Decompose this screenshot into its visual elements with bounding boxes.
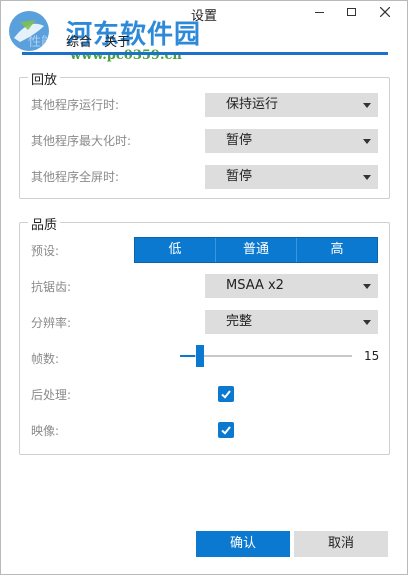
fullscreen-dropdown-value: 暂停 (226, 169, 253, 184)
postprocess-label: 后处理: (31, 388, 72, 402)
maximized-label: 其他程序最大化时: (31, 134, 132, 148)
checkmark-icon (221, 390, 231, 399)
chevron-down-icon (363, 103, 371, 108)
fps-value: 15 (364, 349, 380, 363)
fullscreen-dropdown[interactable]: 暂停 (205, 165, 378, 189)
preset-label: 预设: (31, 244, 60, 258)
tab-bar: 性能 综合 关于 (22, 33, 136, 53)
resolution-dropdown[interactable]: 完整 (205, 310, 378, 334)
ok-button[interactable]: 确认 (196, 531, 290, 557)
running-dropdown-value: 保持运行 (226, 97, 279, 112)
checkmark-icon (221, 426, 231, 435)
fullscreen-label: 其他程序全屏时: (31, 170, 120, 184)
preset-low-button[interactable]: 低 (135, 238, 215, 262)
chevron-down-icon (363, 284, 371, 289)
reflection-checkbox[interactable] (218, 422, 234, 438)
postprocess-checkbox[interactable] (218, 386, 234, 402)
fps-slider-thumb[interactable] (196, 345, 204, 367)
minimize-icon (314, 11, 324, 13)
tab-performance[interactable]: 性能 (22, 33, 60, 53)
tab-about[interactable]: 关于 (98, 33, 136, 53)
minimize-button[interactable] (302, 1, 336, 23)
maximized-dropdown[interactable]: 暂停 (205, 129, 378, 153)
resolution-label: 分辨率: (31, 316, 72, 330)
antialias-dropdown[interactable]: MSAA x2 (205, 274, 378, 298)
chevron-down-icon (363, 175, 371, 180)
preset-segmented-control: 低 普通 高 (134, 237, 378, 263)
resolution-dropdown-value: 完整 (226, 314, 253, 329)
preset-normal-button[interactable]: 普通 (215, 238, 296, 262)
reflection-label: 映像: (31, 424, 60, 438)
playback-group-title: 回放 (28, 69, 61, 88)
tab-underline (22, 52, 388, 55)
fps-label: 帧数: (31, 352, 60, 366)
fps-slider-fill (180, 355, 196, 357)
quality-group-title: 品质 (28, 214, 61, 233)
antialias-dropdown-value: MSAA x2 (226, 278, 284, 293)
maximize-button[interactable] (334, 1, 368, 23)
cancel-button[interactable]: 取消 (294, 531, 388, 557)
preset-high-button[interactable]: 高 (296, 238, 377, 262)
title-bar: 设置 (0, 0, 408, 26)
running-dropdown[interactable]: 保持运行 (205, 93, 378, 117)
close-button[interactable] (364, 1, 406, 23)
running-label: 其他程序运行时: (31, 98, 120, 112)
fps-slider-track[interactable] (180, 355, 352, 357)
maximize-icon (346, 8, 356, 16)
close-icon (380, 7, 390, 17)
chevron-down-icon (363, 320, 371, 325)
chevron-down-icon (363, 139, 371, 144)
antialias-label: 抗锯齿: (31, 280, 72, 294)
maximized-dropdown-value: 暂停 (226, 133, 253, 148)
tab-general[interactable]: 综合 (60, 33, 98, 53)
